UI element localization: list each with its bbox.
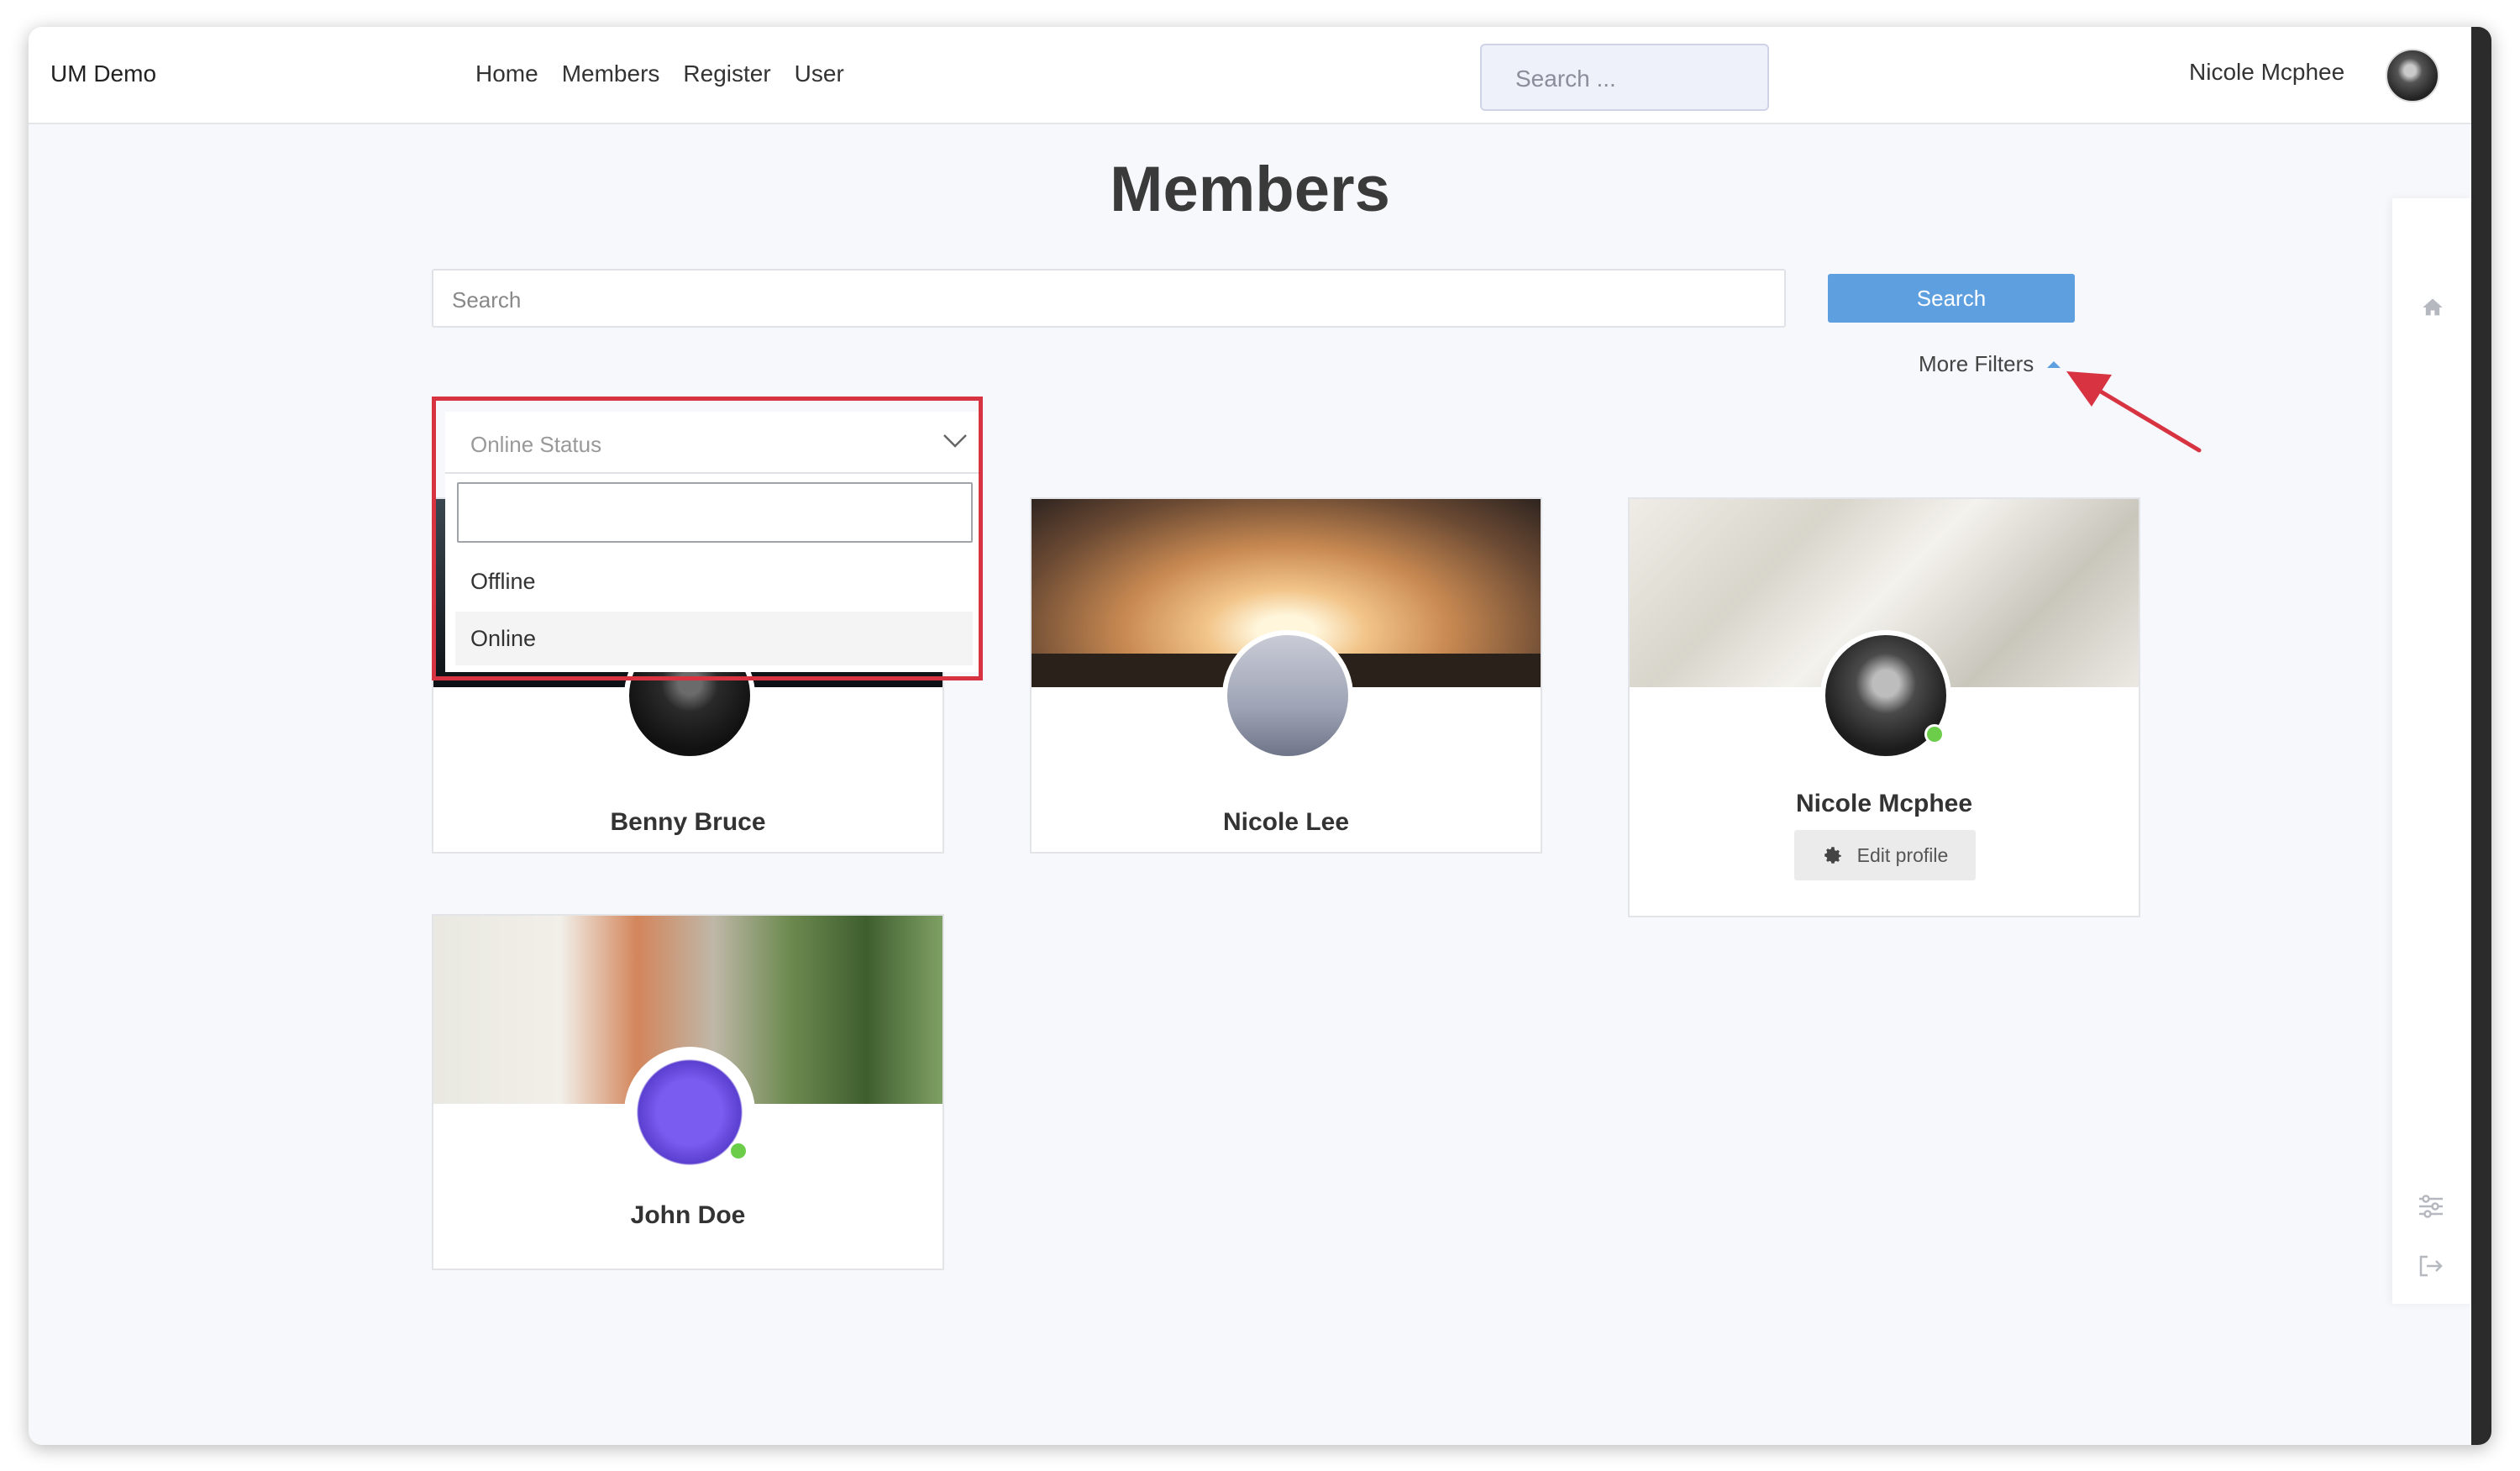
- more-filters-label: More Filters: [1919, 351, 2034, 376]
- sliders-icon[interactable]: [2418, 1195, 2444, 1218]
- nav-user[interactable]: User: [795, 60, 844, 87]
- caret-up-icon: [2047, 360, 2061, 368]
- header-user-name[interactable]: Nicole Mcphee: [2189, 59, 2344, 86]
- member-card[interactable]: Nicole Mcphee Edit profile: [1628, 497, 2140, 917]
- member-card[interactable]: Nicole Lee: [1030, 497, 1542, 854]
- nav-register[interactable]: Register: [683, 60, 770, 87]
- member-avatar[interactable]: [1222, 630, 1353, 761]
- gear-icon: [1824, 847, 1841, 864]
- annotation-arrow: [2066, 371, 2202, 453]
- floating-sidebar: [2392, 198, 2471, 1304]
- edit-profile-label: Edit profile: [1856, 843, 1949, 866]
- annotation-highlight-box: [432, 397, 983, 680]
- nav-home[interactable]: Home: [475, 60, 538, 87]
- member-avatar[interactable]: [624, 1047, 755, 1178]
- online-status-dot: [728, 1141, 748, 1161]
- top-navbar: UM Demo Home Members Register User Searc…: [29, 27, 2471, 124]
- site-brand[interactable]: UM Demo: [50, 60, 156, 87]
- header-search-input[interactable]: Search ...: [1480, 44, 1769, 111]
- member-name[interactable]: Nicole Lee: [1032, 808, 1541, 837]
- page-title: Members: [1110, 154, 1390, 225]
- members-search-input[interactable]: Search: [432, 269, 1786, 328]
- member-avatar[interactable]: [1820, 630, 1951, 761]
- main-nav: Home Members Register User: [475, 60, 844, 87]
- more-filters-toggle[interactable]: More Filters: [1919, 351, 2061, 377]
- window-edge: [2471, 27, 2491, 1445]
- header-avatar[interactable]: [2386, 49, 2439, 102]
- members-search-button[interactable]: Search: [1828, 274, 2075, 323]
- online-status-dot: [1924, 724, 1945, 744]
- nav-members[interactable]: Members: [562, 60, 660, 87]
- member-card[interactable]: John Doe: [432, 914, 944, 1270]
- home-icon[interactable]: [2421, 296, 2444, 319]
- browser-window: UM Demo Home Members Register User Searc…: [29, 27, 2491, 1445]
- member-name[interactable]: Nicole Mcphee: [1630, 790, 2139, 818]
- logout-icon[interactable]: [2418, 1253, 2444, 1279]
- edit-profile-button[interactable]: Edit profile: [1794, 830, 1976, 880]
- member-name[interactable]: John Doe: [433, 1201, 942, 1230]
- member-name[interactable]: Benny Bruce: [433, 808, 942, 837]
